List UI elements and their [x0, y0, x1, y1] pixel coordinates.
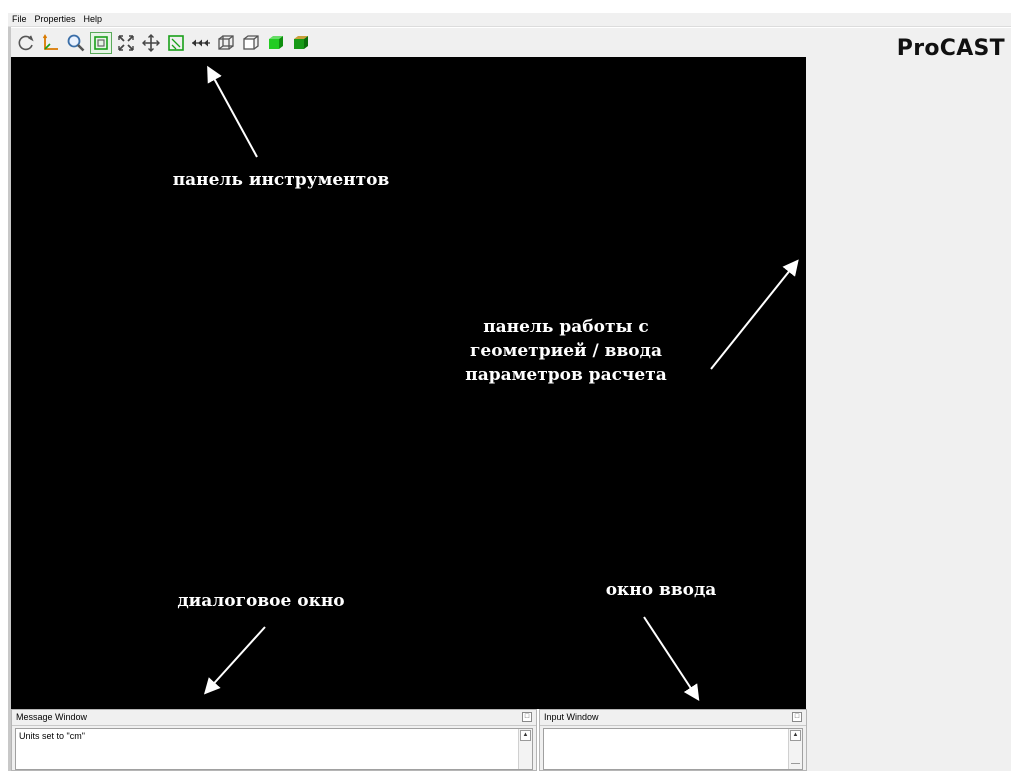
wireframe-cube-icon: [218, 34, 234, 50]
menu-help[interactable]: Help: [80, 13, 107, 26]
solid-cube-button[interactable]: [265, 32, 287, 54]
pan-icon: [142, 33, 160, 52]
message-window-title-bar: Message Window □: [12, 710, 536, 726]
toolbar: [11, 28, 806, 57]
menu-bar: File Properties Help: [8, 13, 1011, 27]
select-box-icon: [168, 34, 184, 51]
shaded-cube-icon: [294, 35, 308, 49]
outline-cube-icon: [243, 34, 259, 50]
arrows-left-button[interactable]: [190, 32, 212, 54]
arrow-to-message-window: [203, 626, 266, 695]
rotate-icon: [18, 34, 34, 50]
procast-logo: ProCAST: [896, 36, 1005, 61]
frame-icon: [94, 35, 108, 50]
message-scrollbar[interactable]: ▲: [518, 729, 532, 769]
message-window: Message Window □ Units set to "cm" ▲: [11, 709, 537, 771]
menu-properties[interactable]: Properties: [31, 13, 80, 26]
fit-view-icon: [118, 34, 134, 51]
input-field[interactable]: ▲: [543, 728, 803, 770]
scroll-thumb[interactable]: [791, 763, 800, 764]
shaded-cube-button[interactable]: [290, 32, 312, 54]
maximize-icon[interactable]: □: [792, 712, 802, 722]
fit-view-button[interactable]: [115, 32, 137, 54]
rotate-button[interactable]: [15, 32, 37, 54]
wireframe-cube-button[interactable]: [215, 32, 237, 54]
axis-button[interactable]: [40, 32, 62, 54]
dialog-annotation: диалоговое окно: [177, 591, 345, 611]
geometry-panel: ProCAST: [806, 28, 1011, 771]
outline-cube-button[interactable]: [240, 32, 262, 54]
select-box-button[interactable]: [165, 32, 187, 54]
input-scrollbar[interactable]: ▲: [788, 729, 802, 769]
solid-cube-icon: [269, 35, 283, 49]
zoom-button[interactable]: [65, 32, 87, 54]
frame-button[interactable]: [90, 31, 112, 54]
geometry-annotation: панель работы с геометрией / ввода парам…: [465, 317, 667, 385]
graphics-viewport[interactable]: панель инструментов панель работы с геом…: [11, 57, 806, 709]
message-text: Units set to "cm": [19, 731, 85, 741]
scroll-up-icon[interactable]: ▲: [520, 730, 531, 741]
arrows-left-icon: [192, 39, 210, 46]
maximize-icon[interactable]: □: [522, 712, 532, 722]
arrow-to-geometry-panel: [710, 259, 799, 370]
menu-file[interactable]: File: [8, 13, 31, 26]
input-window-title-bar: Input Window □: [540, 710, 806, 726]
input-window: Input Window □ ▲: [539, 709, 807, 771]
arrow-to-input-window: [643, 616, 700, 702]
procast-app: File Properties Help ProCAST панель инст…: [0, 0, 1011, 771]
axis-icon: [42, 33, 58, 50]
scroll-up-icon[interactable]: ▲: [790, 730, 801, 741]
arrow-to-toolbar: [207, 65, 258, 158]
input-annotation: окно ввода: [605, 580, 717, 600]
message-window-title: Message Window: [16, 712, 88, 722]
message-log[interactable]: Units set to "cm" ▲: [15, 728, 533, 770]
toolbar-annotation: панель инструментов: [172, 170, 390, 190]
zoom-icon: [67, 34, 85, 51]
input-window-title: Input Window: [544, 712, 599, 722]
pan-button[interactable]: [140, 32, 162, 54]
